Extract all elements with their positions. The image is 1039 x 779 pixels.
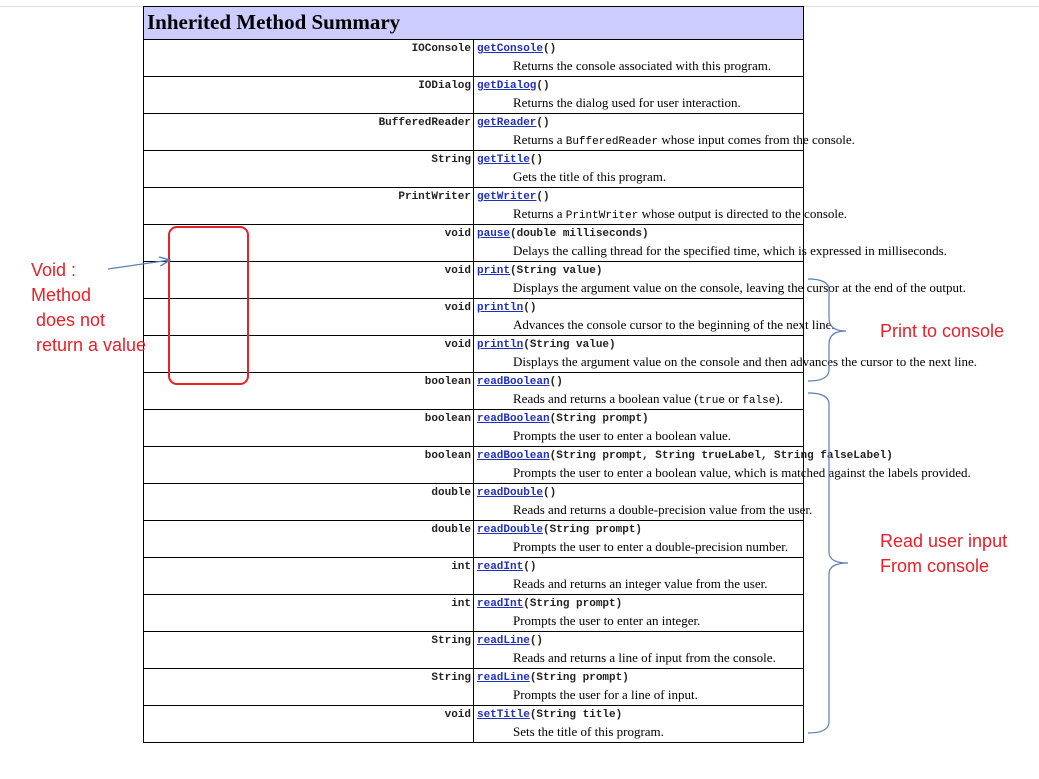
void-pointer-arrow: [107, 260, 170, 270]
print-bracket: [807, 278, 847, 382]
annotation-overlay: [107, 0, 849, 734]
read-bracket: [807, 392, 849, 734]
